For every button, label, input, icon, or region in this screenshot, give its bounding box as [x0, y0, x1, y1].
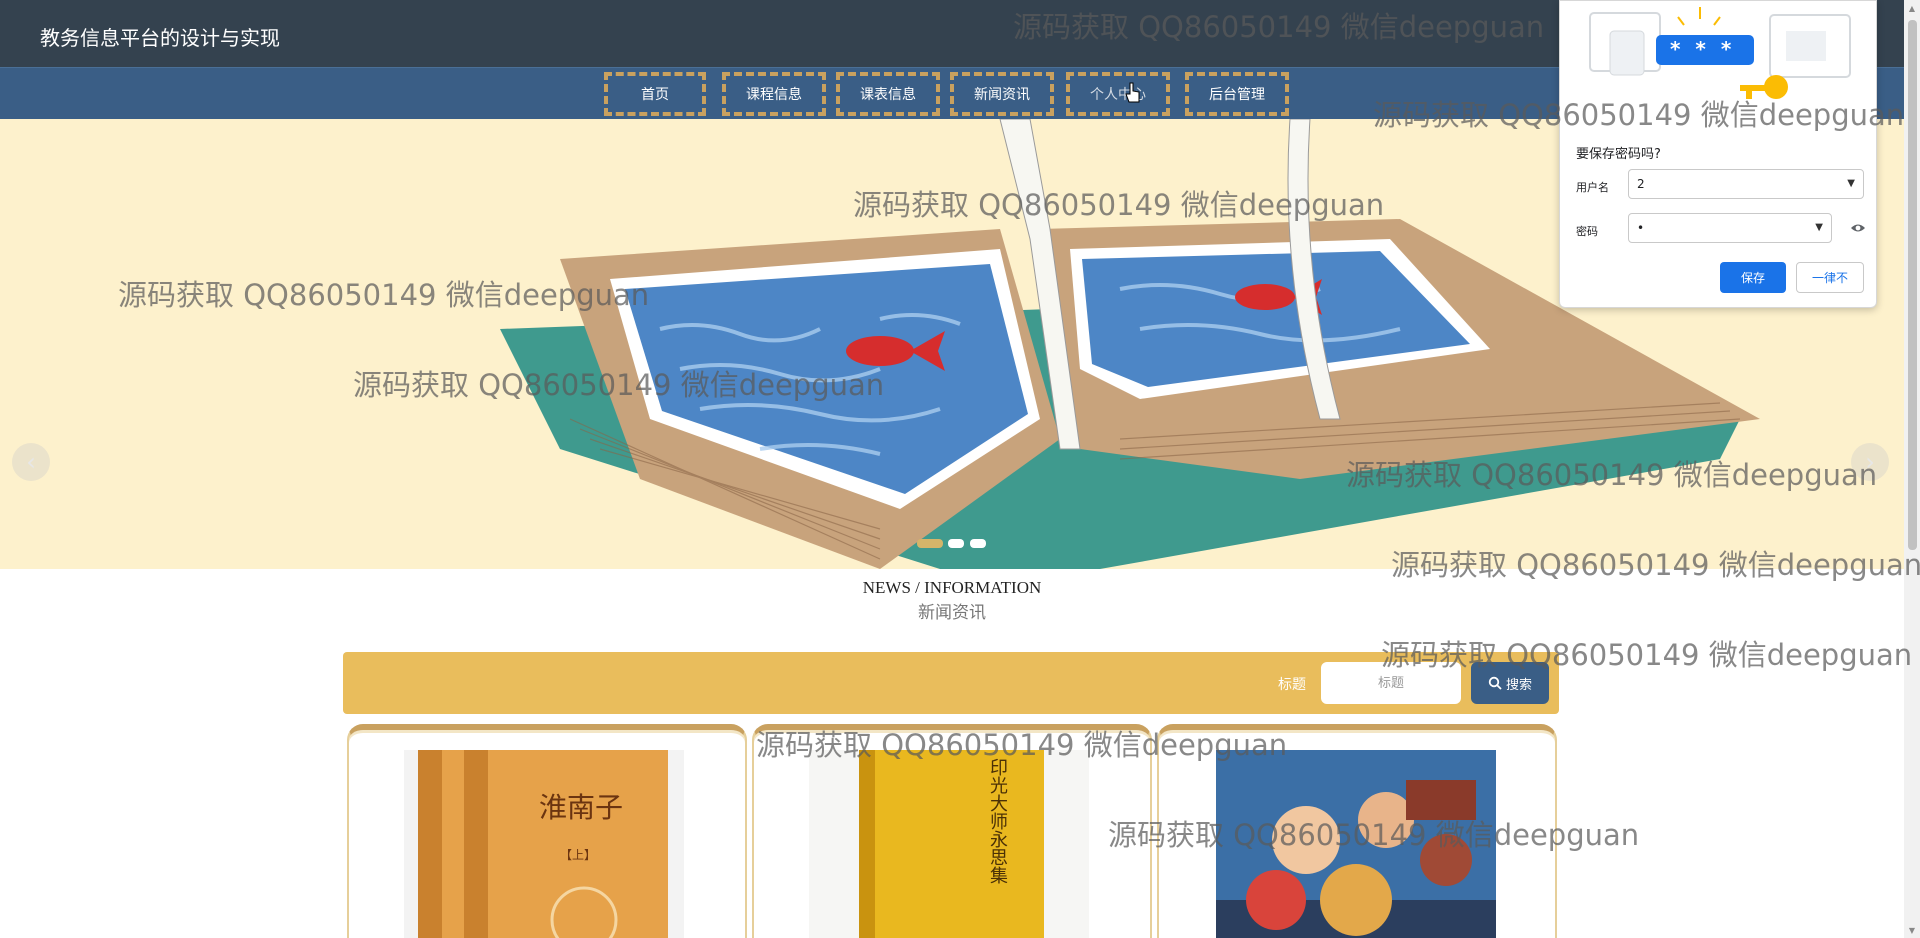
popup-illustration: * * * [1560, 1, 1878, 131]
carousel-dot-3[interactable] [970, 539, 986, 548]
username-select[interactable]: 2 ▼ [1628, 169, 1864, 199]
nav-admin[interactable]: 后台管理 [1185, 72, 1289, 116]
news-card-3-image [1216, 750, 1496, 938]
book-cover-title: 印光大师永思集 [987, 758, 1008, 884]
never-save-button[interactable]: 一律不 [1796, 262, 1864, 293]
news-card-1[interactable]: 淮南子 【上】 [347, 724, 747, 938]
news-card-2-image: 印光大师永思集 [809, 750, 1089, 938]
password-label: 密码 [1576, 225, 1598, 238]
nav-home[interactable]: 首页 [604, 72, 706, 116]
username-label: 用户名 [1576, 181, 1609, 194]
search-icon [1488, 676, 1502, 690]
search-button[interactable]: 搜索 [1471, 662, 1549, 704]
carousel-dot-2[interactable] [948, 539, 964, 548]
site-title: 教务信息平台的设计与实现 [40, 26, 280, 50]
carousel-dot-1[interactable] [917, 539, 943, 548]
book-cover-image [859, 750, 1044, 938]
search-input[interactable] [1321, 662, 1461, 704]
search-button-label: 搜索 [1505, 677, 1532, 693]
book-cover-title: 淮南子 [539, 791, 624, 824]
news-card-1-image: 淮南子 【上】 [404, 750, 684, 938]
section-title-cn: 新闻资讯 [918, 603, 986, 622]
news-card-3[interactable] [1157, 724, 1557, 938]
username-value: 2 [1637, 177, 1645, 191]
nav-timetable[interactable]: 课表信息 [836, 72, 940, 116]
scroll-down-icon[interactable]: ▼ [1904, 922, 1920, 938]
password-select[interactable]: • ▼ [1628, 213, 1832, 243]
carousel-prev-icon[interactable]: ‹ [12, 443, 50, 481]
nav-personal-center[interactable]: 个人中心 [1066, 72, 1170, 116]
chevron-down-icon: ▼ [1847, 178, 1855, 189]
save-password-button[interactable]: 保存 [1720, 262, 1786, 293]
nav-news[interactable]: 新闻资讯 [950, 72, 1054, 116]
chevron-down-icon: ▼ [1815, 222, 1823, 233]
hand-cursor-icon [1125, 82, 1140, 103]
scroll-up-icon[interactable]: ▲ [1904, 0, 1920, 16]
book-cover-image [418, 750, 668, 938]
section-title-en: NEWS / INFORMATION [862, 578, 1042, 597]
show-password-eye-icon[interactable] [1850, 221, 1866, 235]
popup-title: 要保存密码吗? [1576, 147, 1661, 162]
password-value: • [1637, 221, 1645, 235]
page: 教务信息平台的设计与实现 首页 课程信息 课表信息 新闻资讯 个人中心 后台管理 [0, 0, 1920, 938]
book-cover-subtitle: 【上】 [560, 848, 597, 862]
anime-poster-image [1216, 750, 1496, 938]
nav-course-info[interactable]: 课程信息 [722, 72, 826, 116]
search-label: 标题 [1278, 677, 1306, 693]
search-bar: 标题 搜索 [343, 652, 1559, 714]
news-card-2[interactable]: 印光大师永思集 [752, 724, 1152, 938]
save-password-popup: * * * 要保存密码吗? 用户名 2 ▼ 密码 • ▼ 保存 一律不 [1559, 0, 1877, 308]
scrollbar-thumb[interactable] [1908, 20, 1917, 550]
password-stars-icon: * * * [1670, 37, 1736, 61]
carousel-next-icon[interactable]: › [1851, 443, 1889, 481]
